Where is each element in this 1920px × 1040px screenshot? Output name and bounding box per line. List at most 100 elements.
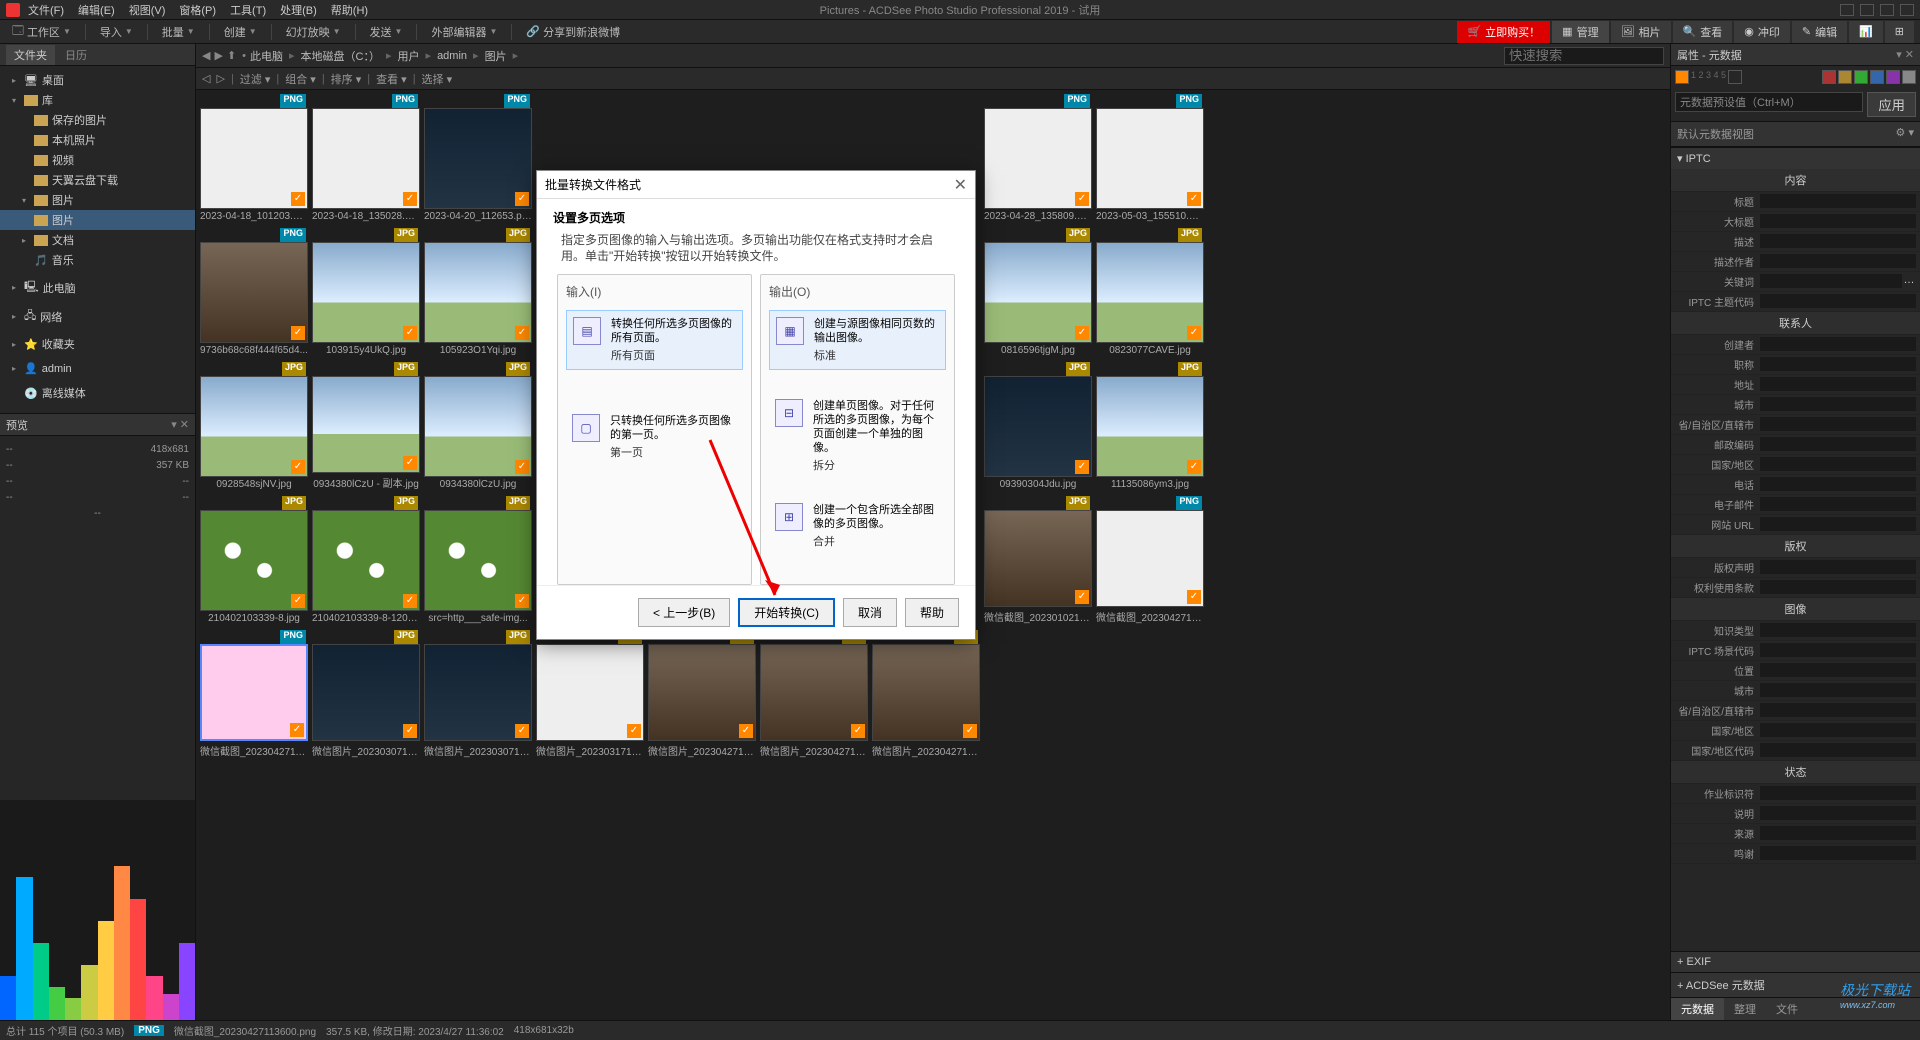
field-title[interactable] — [1760, 194, 1916, 208]
thumbnail[interactable]: JPG ✓ 微信图片_20230317105... — [536, 630, 644, 760]
field-subject-code[interactable] — [1760, 294, 1916, 308]
tree-saved-pics[interactable]: 保存的图片 — [0, 110, 195, 130]
option-all-pages[interactable]: ▤ 转换任何所选多页图像的所有页面。所有页面 — [566, 310, 743, 370]
field-jobtitle[interactable] — [1760, 357, 1916, 371]
mode-manage[interactable]: ▦ 管理 — [1552, 21, 1608, 43]
tree-pictures[interactable]: ▾ 图片 — [0, 190, 195, 210]
tree-pictures-sel[interactable]: 图片 — [0, 210, 195, 230]
menu-tools[interactable]: 工具(T) — [230, 2, 266, 18]
field-location[interactable] — [1760, 663, 1916, 677]
mode-dashboard[interactable]: ⊞ — [1885, 21, 1914, 43]
color-swatch[interactable] — [1675, 70, 1689, 84]
tree-network[interactable]: ▸🖧 网络 — [0, 305, 195, 328]
field-phone[interactable] — [1760, 477, 1916, 491]
field-state2[interactable] — [1760, 703, 1916, 717]
thumbnail[interactable]: PNG ✓ 2023-04-18_135028.png — [312, 94, 420, 224]
field-postal[interactable] — [1760, 437, 1916, 451]
field-copyright-notice[interactable] — [1760, 560, 1916, 574]
menu-edit[interactable]: 编辑(E) — [78, 2, 115, 18]
option-merge[interactable]: ⊞ 创建一个包含所选全部图像的多页图像。合并 — [769, 497, 946, 555]
field-city2[interactable] — [1760, 683, 1916, 697]
field-creator[interactable] — [1760, 337, 1916, 351]
tree-thispc[interactable]: ▸🖳 此电脑 — [0, 276, 195, 299]
tree-offline[interactable]: 💿 离线媒体 — [0, 383, 195, 403]
thumbnail[interactable]: JPG ✓ 0934380lCzU.jpg — [424, 362, 532, 492]
back-button[interactable]: < 上一步(B) — [638, 598, 730, 627]
thumbnail[interactable]: JPG ✓ 微信图片_20230307153... — [312, 630, 420, 760]
field-address[interactable] — [1760, 377, 1916, 391]
section-iptc[interactable]: ▾ IPTC — [1671, 147, 1920, 169]
menu-panels[interactable]: 窗格(P) — [179, 2, 216, 18]
tree-desktop[interactable]: ▸🖥 桌面 — [0, 70, 195, 90]
thumbnail[interactable]: PNG ✓ 2023-04-20_112653.png — [424, 94, 532, 224]
preview-menu-icon[interactable]: ▾ ✕ — [171, 418, 189, 431]
tab-file[interactable]: 文件 — [1766, 998, 1808, 1020]
field-keywords[interactable] — [1760, 274, 1902, 288]
tree-local-photos[interactable]: 本机照片 — [0, 130, 195, 150]
crumb-thispc[interactable]: 此电脑 — [246, 48, 287, 64]
filter-next-icon[interactable]: ▷ — [216, 72, 224, 85]
field-intel-genre[interactable] — [1760, 623, 1916, 637]
field-source[interactable] — [1760, 826, 1916, 840]
crumb-admin[interactable]: admin — [433, 50, 471, 62]
minimize-icon[interactable] — [1840, 4, 1854, 16]
thumbnail[interactable]: JPG ✓ 0928548sjNV.jpg — [200, 362, 308, 492]
filter-btn[interactable]: 过滤 ▾ — [240, 71, 271, 87]
thumbnail[interactable]: PNG ✓ 9736b68c68f444f65d4... — [200, 228, 308, 358]
thumbnail[interactable]: JPG ✓ 105923O1Yqi.jpg — [424, 228, 532, 358]
menu-help[interactable]: 帮助(H) — [331, 2, 368, 18]
cancel-button[interactable]: 取消 — [843, 598, 897, 627]
field-headline[interactable] — [1760, 214, 1916, 228]
restore-icon[interactable] — [1880, 4, 1894, 16]
thumbnail[interactable]: JPG ✓ 微信图片_20230427125... — [648, 630, 756, 760]
filter-prev-icon[interactable]: ◁ — [202, 72, 210, 85]
convert-button[interactable]: 开始转换(C) — [738, 598, 835, 627]
close-icon[interactable] — [1900, 4, 1914, 16]
tab-metadata[interactable]: 元数据 — [1671, 998, 1724, 1020]
menu-view[interactable]: 视图(V) — [129, 2, 166, 18]
tree-library[interactable]: ▾ 库 — [0, 90, 195, 110]
field-website[interactable] — [1760, 517, 1916, 531]
section-exif[interactable]: + EXIF — [1671, 951, 1920, 972]
tree-cloud-dl[interactable]: 天翼云盘下载 — [0, 170, 195, 190]
properties-close-icon[interactable]: ▾ ✕ — [1896, 48, 1914, 61]
mode-develop[interactable]: ◉ 冲印 — [1734, 21, 1790, 43]
tree-docs[interactable]: ▸ 文档 — [0, 230, 195, 250]
slideshow-button[interactable]: 幻灯放映▼ — [280, 22, 347, 42]
dialog-close-icon[interactable]: ✕ — [954, 175, 967, 195]
tree-video[interactable]: 视频 — [0, 150, 195, 170]
search-input[interactable] — [1504, 47, 1664, 65]
color-swatch[interactable] — [1854, 70, 1868, 84]
thumbnail[interactable]: JPG ✓ 微信图片_20230427125... — [872, 630, 980, 760]
color-swatch[interactable] — [1822, 70, 1836, 84]
crumb-users[interactable]: 用户 — [394, 48, 424, 64]
tree-music[interactable]: 🎵 音乐 — [0, 250, 195, 270]
color-swatch[interactable] — [1902, 70, 1916, 84]
menu-process[interactable]: 处理(B) — [280, 2, 317, 18]
field-email[interactable] — [1760, 497, 1916, 511]
thumbnail[interactable]: JPG ✓ 0823077CAVE.jpg — [1096, 228, 1204, 358]
field-scene-code[interactable] — [1760, 643, 1916, 657]
help-button[interactable]: 帮助 — [905, 598, 959, 627]
field-desc-author[interactable] — [1760, 254, 1916, 268]
field-job-id[interactable] — [1760, 786, 1916, 800]
workspace-button[interactable]: 🗔 工作区▼ — [6, 20, 77, 43]
send-button[interactable]: 发送▼ — [364, 22, 409, 42]
tree-favs[interactable]: ▸⭐ 收藏夹 — [0, 334, 195, 354]
field-credit[interactable] — [1760, 846, 1916, 860]
mode-365[interactable]: 📊 — [1849, 21, 1883, 43]
thumbnail[interactable]: JPG ✓ 11135086ym3.jpg — [1096, 362, 1204, 492]
thumbnail[interactable]: JPG ✓ 微信截图_20230102154... — [984, 496, 1092, 626]
sort-btn[interactable]: 排序 ▾ — [331, 71, 362, 87]
tab-files[interactable]: 文件夹 — [6, 45, 55, 65]
tab-organize[interactable]: 整理 — [1724, 998, 1766, 1020]
thumbnail[interactable]: JPG ✓ 0934380lCzU - 副本.jpg — [312, 362, 420, 492]
group-btn[interactable]: 组合 ▾ — [285, 71, 316, 87]
nav-back-icon[interactable]: ◀ — [202, 49, 210, 62]
thumbnail[interactable]: PNG ✓ 微信截图_20230427113... — [200, 630, 308, 760]
select-btn[interactable]: 选择 ▾ — [422, 71, 453, 87]
nav-fwd-icon[interactable]: ▶ — [214, 49, 222, 62]
option-first-page[interactable]: ▢ 只转换任何所选多页图像的第一页。第一页 — [566, 408, 743, 466]
option-split[interactable]: ⊟ 创建单页图像。对于任何所选的多页图像，为每个页面创建一个单独的图像。拆分 — [769, 393, 946, 479]
field-state[interactable] — [1760, 417, 1916, 431]
